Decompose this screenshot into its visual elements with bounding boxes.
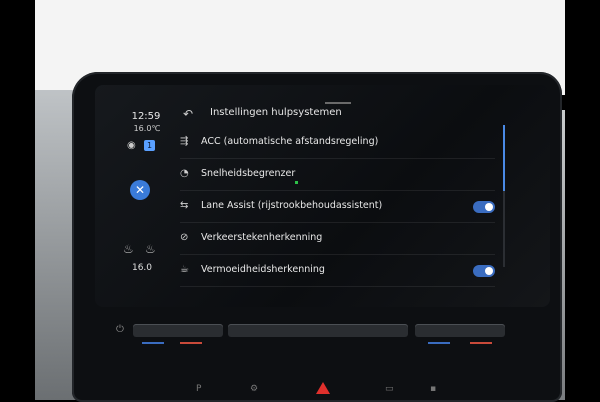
scroll-thumb[interactable]: [503, 125, 505, 191]
settings-list: ⇶ ACC (automatische afstandsregeling) › …: [180, 127, 495, 287]
infotainment-screen: 12:59 16.0℃ ◉ 1 ✕ ♨ ♨ 16.0 ↶ Instellinge…: [95, 85, 550, 307]
accent-blue-right: [428, 342, 450, 344]
hazard-icon[interactable]: [316, 382, 330, 394]
climate-temperature[interactable]: 16.0: [131, 263, 153, 273]
close-button[interactable]: ✕: [130, 180, 150, 200]
page-title: Instellingen hulpsystemen: [210, 107, 342, 118]
lane-assist-icon: ⇆: [180, 200, 189, 211]
notification-badge[interactable]: 1: [144, 140, 155, 151]
list-item-label: Lane Assist (rijstrookbehoudassistent): [201, 200, 383, 211]
back-button[interactable]: ↶: [180, 106, 196, 122]
wireless-charging-icon: ◉: [127, 140, 136, 151]
lane-assist-toggle[interactable]: [473, 201, 495, 213]
drag-handle[interactable]: [325, 102, 351, 104]
scrollbar[interactable]: [503, 125, 505, 267]
list-item-label: Verkeerstekenherkenning: [201, 232, 323, 243]
accent-red-left: [180, 342, 202, 344]
back-arrow-icon: ↶: [182, 107, 194, 121]
accent-red-right: [470, 342, 492, 344]
rear-defrost-button[interactable]: ▭: [385, 384, 394, 394]
list-item-fatigue[interactable]: ☕ Vermoeidheidsherkenning ›: [180, 255, 495, 287]
list-item-speed-limiter[interactable]: ◔ Snelheidsbegrenzer ›: [180, 159, 495, 191]
seat-heating-icon[interactable]: ♨: [145, 241, 159, 257]
volume-slider[interactable]: [228, 324, 408, 337]
mode-button[interactable]: ▪: [430, 384, 436, 394]
parking-button[interactable]: P: [196, 384, 201, 394]
speed-limiter-icon: ◔: [180, 168, 189, 179]
fatigue-toggle[interactable]: [473, 265, 495, 277]
power-icon[interactable]: ⏻: [114, 324, 126, 336]
clock: 12:59: [131, 111, 161, 122]
page-header: ↶ Instellingen hulpsystemen: [180, 102, 540, 126]
traffic-sign-icon: ⊘: [180, 232, 189, 243]
settings-button[interactable]: ⚙: [250, 384, 258, 394]
close-icon: ✕: [134, 183, 146, 197]
list-item-label: Vermoeidheidsherkenning: [201, 264, 325, 275]
accent-blue-left: [142, 342, 164, 344]
status-panel: 12:59 16.0℃ ◉ 1 ✕ ♨ ♨ 16.0: [95, 85, 175, 307]
fatigue-icon: ☕: [180, 264, 189, 275]
list-item-traffic-sign[interactable]: ⊘ Verkeerstekenherkenning ›: [180, 223, 495, 255]
list-item-lane-assist[interactable]: ⇆ Lane Assist (rijstrookbehoudassistent)…: [180, 191, 495, 223]
list-item-label: ACC (automatische afstandsregeling): [201, 136, 379, 147]
outside-temperature: 16.0℃: [133, 124, 161, 133]
seat-heating-icon[interactable]: ♨: [123, 241, 137, 257]
temperature-slider-left[interactable]: [133, 324, 223, 337]
touch-slider-bar: ⏻: [100, 318, 530, 348]
list-item-label: Snelheidsbegrenzer: [201, 168, 296, 179]
temperature-slider-right[interactable]: [415, 324, 505, 337]
list-item-acc[interactable]: ⇶ ACC (automatische afstandsregeling) ›: [180, 127, 495, 159]
acc-icon: ⇶: [180, 136, 189, 147]
